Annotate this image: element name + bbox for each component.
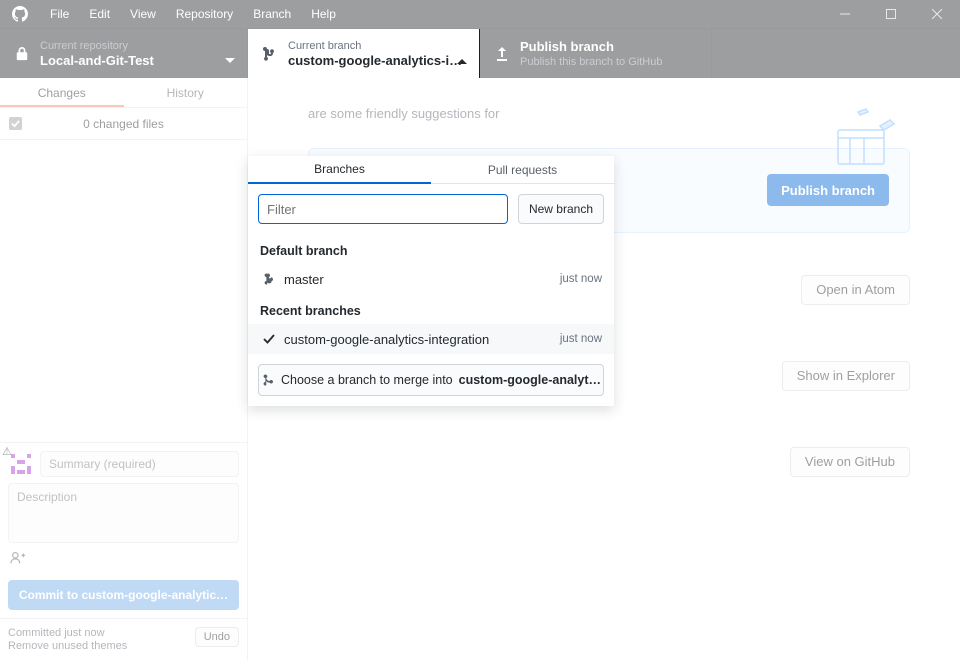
- popover-tab-pulls[interactable]: Pull requests: [431, 156, 614, 183]
- warning-icon: ⚠: [2, 445, 12, 458]
- menubar: File Edit View Repository Branch Help: [0, 0, 960, 28]
- commit-form: ⚠ Commit to custom-google-analytic…: [0, 442, 247, 618]
- git-merge-icon: [261, 373, 275, 387]
- window-close-button[interactable]: [914, 0, 960, 28]
- toolbar: Current repository Local-and-Git-Test Cu…: [0, 28, 960, 78]
- new-branch-button[interactable]: New branch: [518, 194, 604, 224]
- branch-row-current[interactable]: custom-google-analytics-integration just…: [248, 324, 614, 354]
- lock-icon: [14, 47, 30, 61]
- repo-selector[interactable]: Current repository Local-and-Git-Test: [0, 29, 248, 78]
- branch-label: Current branch: [288, 39, 462, 53]
- publish-title: Publish branch: [520, 39, 662, 55]
- undo-button[interactable]: Undo: [195, 627, 239, 647]
- open-in-atom-button[interactable]: Open in Atom: [801, 275, 910, 305]
- commit-button[interactable]: Commit to custom-google-analytic…: [8, 580, 239, 610]
- menu-repository[interactable]: Repository: [166, 0, 243, 28]
- hint-text: are some friendly suggestions for: [308, 104, 910, 124]
- menu-view[interactable]: View: [120, 0, 166, 28]
- menu-edit[interactable]: Edit: [79, 0, 120, 28]
- chevron-down-icon: [225, 51, 235, 69]
- default-branch-label: Default branch: [248, 234, 614, 264]
- github-logo-icon: [10, 4, 30, 24]
- menu-file[interactable]: File: [40, 0, 79, 28]
- check-icon: [260, 333, 278, 345]
- window-minimize-button[interactable]: [822, 0, 868, 28]
- recent-branches-label: Recent branches: [248, 294, 614, 324]
- undo-timestamp: Committed just now: [8, 627, 127, 639]
- view-on-github-button[interactable]: View on GitHub: [790, 447, 910, 477]
- merge-prefix: Choose a branch to merge into: [281, 373, 453, 387]
- branch-time: just now: [560, 273, 602, 285]
- commit-description-input[interactable]: [8, 483, 239, 543]
- undo-bar: Committed just now Remove unused themes …: [0, 618, 247, 660]
- undo-message: Remove unused themes: [8, 640, 127, 652]
- tab-changes[interactable]: Changes: [0, 78, 124, 107]
- changed-files-bar: 0 changed files: [0, 108, 247, 140]
- popover-tab-branches[interactable]: Branches: [248, 156, 431, 184]
- changed-files-count: 0 changed files: [30, 117, 247, 131]
- merge-into-button[interactable]: Choose a branch to merge into custom-goo…: [258, 364, 604, 396]
- menu-branch[interactable]: Branch: [243, 0, 301, 28]
- publish-branch-toolbar[interactable]: Publish branch Publish this branch to Gi…: [480, 29, 712, 78]
- window-maximize-button[interactable]: [868, 0, 914, 28]
- menu-help[interactable]: Help: [301, 0, 346, 28]
- git-branch-icon: [262, 46, 278, 62]
- repo-name: Local-and-Git-Test: [40, 53, 154, 69]
- branch-row-master[interactable]: master just now: [248, 264, 614, 294]
- tab-history[interactable]: History: [124, 78, 248, 107]
- select-all-checkbox[interactable]: [0, 117, 30, 130]
- branch-name: custom-google-analytics-integration: [284, 332, 489, 347]
- publish-subtitle: Publish this branch to GitHub: [520, 55, 662, 69]
- git-branch-icon: [260, 272, 278, 286]
- branch-name: custom-google-analytics-i…: [288, 53, 462, 69]
- empty-state-illustration: [830, 98, 920, 183]
- avatar: ⚠: [8, 451, 34, 477]
- branch-selector[interactable]: Current branch custom-google-analytics-i…: [248, 29, 480, 78]
- commit-summary-input[interactable]: [40, 451, 239, 477]
- branch-filter-input[interactable]: [258, 194, 508, 224]
- upload-icon: [494, 46, 510, 62]
- repo-label: Current repository: [40, 39, 154, 53]
- branch-time: just now: [560, 333, 602, 345]
- add-coauthor-icon[interactable]: [8, 549, 239, 574]
- show-in-explorer-button[interactable]: Show in Explorer: [782, 361, 910, 391]
- branch-name: master: [284, 272, 324, 287]
- chevron-up-icon: [457, 51, 467, 69]
- merge-target: custom-google-analyt…: [459, 373, 601, 387]
- branch-popover: Branches Pull requests New branch Defaul…: [248, 156, 614, 406]
- sidebar: Changes History 0 changed files ⚠: [0, 78, 248, 660]
